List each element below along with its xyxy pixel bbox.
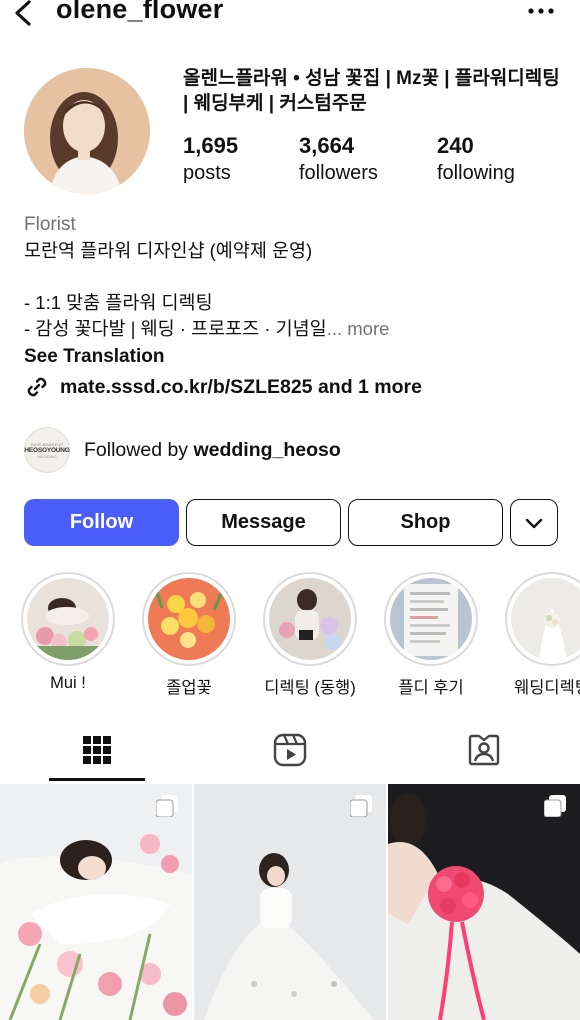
ellipsis-icon[interactable]	[526, 2, 556, 20]
carousel-icon	[544, 795, 566, 817]
bio-line-empty	[24, 264, 564, 290]
carousel-icon	[350, 795, 372, 817]
highlight-item[interactable]: 웨딩디렉팅	[502, 572, 580, 698]
highlight-item[interactable]: 플디 후기	[381, 572, 481, 698]
follower-avatar: HAIR &MAKEUP HEOSOYOUNG WEDDING	[24, 427, 70, 473]
profile-tabs	[0, 718, 580, 782]
carousel-icon	[156, 795, 178, 817]
bio-line-truncated: - 감성 꽃다발 | 웨딩 · 프로포즈 · 기념일... more	[24, 316, 564, 342]
active-tab-indicator	[49, 778, 145, 781]
see-translation-link[interactable]: See Translation	[24, 343, 564, 371]
highlight-thumbnail	[511, 578, 580, 660]
posts-grid	[0, 784, 580, 1020]
highlight-label: 디렉팅 (동행)	[264, 679, 356, 697]
stat-posts[interactable]: 1,695 posts	[183, 133, 238, 187]
profile-avatar[interactable]	[24, 68, 150, 194]
chevron-down-icon	[525, 518, 543, 528]
post-thumbnail[interactable]	[194, 784, 386, 1020]
profile-category: Florist	[24, 214, 76, 235]
stat-value: 1,695	[183, 133, 239, 158]
followed-by-prefix: Followed by	[84, 438, 194, 461]
highlight-label: 졸업꽃	[166, 679, 212, 697]
link-icon	[27, 377, 47, 397]
highlight-label: 웨딩디렉팅	[514, 679, 580, 697]
followed-by-user[interactable]: wedding_heoso	[193, 439, 340, 461]
message-button[interactable]: Message	[186, 499, 341, 546]
profile-header: olene_flower	[0, 0, 580, 30]
stat-value: 3,664	[299, 133, 355, 158]
followed-by[interactable]: HAIR &MAKEUP HEOSOYOUNG WEDDING Followed…	[24, 426, 341, 474]
highlight-ring	[505, 572, 580, 666]
stat-following[interactable]: 240 following	[437, 133, 515, 187]
external-link[interactable]: mate.sssd.co.kr/b/SZLE825 and 1 more	[24, 372, 564, 402]
post-thumbnail[interactable]	[388, 784, 580, 1020]
highlight-thumbnail	[390, 578, 472, 660]
avatar-logo-text: HEOSOYOUNG	[24, 446, 70, 454]
reels-icon	[273, 733, 306, 767]
tab-posts-grid[interactable]	[0, 718, 193, 782]
bio-more-link[interactable]: ... more	[327, 318, 390, 339]
tagged-icon	[468, 734, 499, 766]
grid-icon	[82, 736, 111, 764]
stat-label: following	[437, 162, 515, 184]
followed-by-text: Followed by wedding_heoso	[84, 439, 341, 462]
highlight-thumbnail	[27, 578, 109, 660]
post-thumbnail[interactable]	[0, 784, 192, 1020]
highlight-thumbnail	[148, 578, 230, 660]
suggested-dropdown-button[interactable]	[510, 499, 558, 546]
tab-reels[interactable]	[193, 718, 386, 782]
tab-tagged[interactable]	[387, 718, 580, 782]
highlight-label: 플디 후기	[398, 679, 464, 697]
shop-button[interactable]: Shop	[348, 499, 503, 546]
highlight-ring	[21, 572, 115, 666]
stat-value: 240	[437, 133, 474, 158]
story-highlights: Mui ! 졸업꽃 디렉팅 (동행) 플디 후기 웨딩디렉	[0, 572, 580, 702]
stat-label: followers	[299, 162, 378, 184]
highlight-ring	[263, 572, 357, 666]
link-text: mate.sssd.co.kr/b/SZLE825 and 1 more	[60, 375, 422, 398]
bio-line-text: - 감성 꽃다발 | 웨딩 · 프로포즈 · 기념일	[24, 318, 327, 339]
highlight-thumbnail	[269, 578, 351, 660]
follow-button[interactable]: Follow	[24, 499, 179, 546]
bio-line: - 1:1 맞춤 플라워 디렉팅	[24, 292, 213, 313]
highlight-label: Mui !	[50, 674, 86, 692]
highlight-item[interactable]: 디렉팅 (동행)	[260, 572, 360, 698]
profile-username: olene_flower	[56, 0, 224, 24]
highlight-item[interactable]: 졸업꽃	[139, 572, 239, 698]
profile-full-name: 올렌느플라워 • 성남 꽃집 | Mz꽃 | 플라워디렉팅 | 웨딩부케 | 커…	[183, 68, 560, 114]
profile-bio: Florist 모란역 플라워 디자인샵 (예약제 운영) - 1:1 맞춤 플…	[24, 212, 564, 402]
highlight-item[interactable]: Mui !	[18, 572, 118, 693]
stat-label: posts	[183, 162, 231, 184]
bio-line: 모란역 플라워 디자인샵 (예약제 운영)	[24, 240, 313, 261]
stat-followers[interactable]: 3,664 followers	[299, 133, 378, 187]
avatar-logo-text: WEDDING	[37, 453, 57, 459]
highlight-ring	[384, 572, 478, 666]
highlight-ring	[142, 572, 236, 666]
chevron-left-icon[interactable]	[8, 0, 38, 30]
